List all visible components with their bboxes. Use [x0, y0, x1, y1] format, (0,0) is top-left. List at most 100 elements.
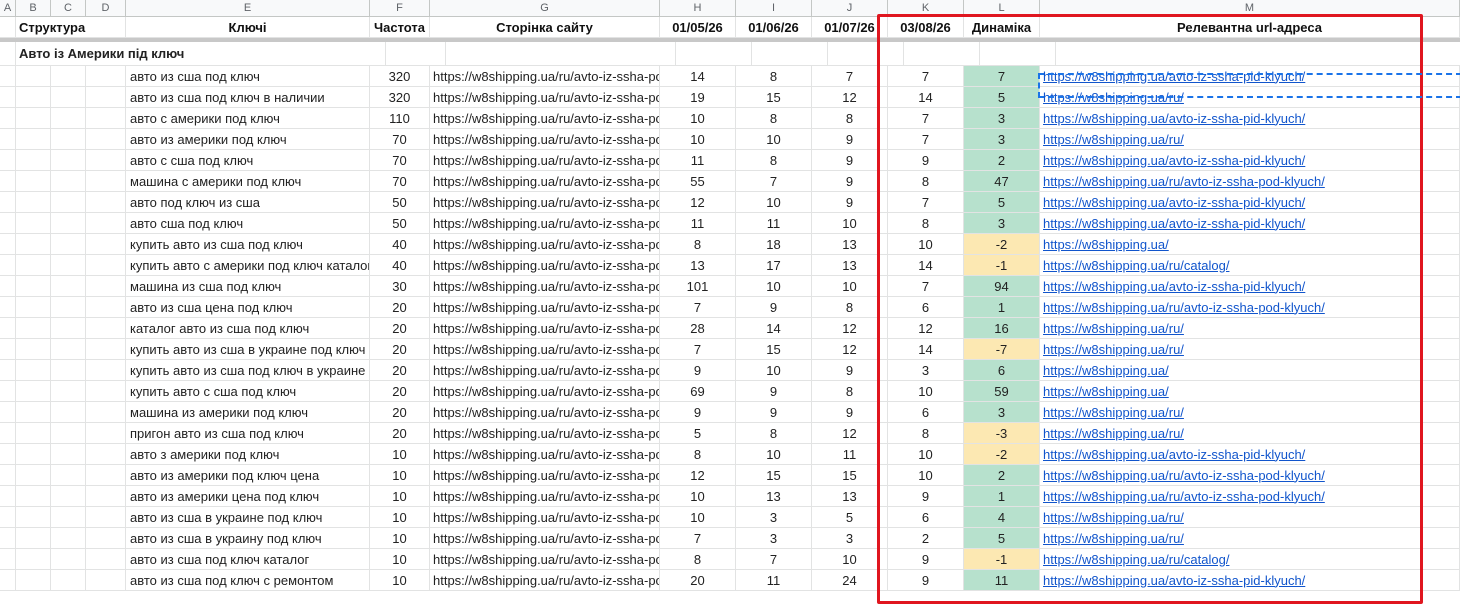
keyword-cell[interactable]: авто из сша в украину под ключ [126, 528, 370, 548]
position-cell-i[interactable]: 9 [736, 402, 812, 422]
frequency-cell[interactable]: 10 [370, 549, 430, 569]
keyword-cell[interactable]: авто из америки под ключ [126, 129, 370, 149]
cell[interactable] [86, 213, 126, 233]
position-cell-k[interactable]: 10 [888, 234, 964, 254]
frequency-cell[interactable]: 20 [370, 339, 430, 359]
cell[interactable] [86, 486, 126, 506]
relevant-url-link[interactable]: https://w8shipping.ua/avto-iz-ssha-pid-k… [1040, 213, 1460, 233]
position-cell-j[interactable]: 9 [812, 192, 888, 212]
dynamics-cell[interactable]: -2 [964, 444, 1040, 464]
cell[interactable] [51, 276, 86, 296]
frequency-cell[interactable]: 70 [370, 129, 430, 149]
relevant-url-link[interactable]: https://w8shipping.ua/avto-iz-ssha-pid-k… [1040, 192, 1460, 212]
cell[interactable] [86, 192, 126, 212]
cell[interactable] [51, 402, 86, 422]
cell[interactable] [904, 42, 980, 65]
cell[interactable] [16, 234, 51, 254]
position-cell-k[interactable]: 8 [888, 171, 964, 191]
site-page-cell[interactable]: https://w8shipping.ua/ru/avto-iz-ssha-po… [430, 528, 660, 548]
header-structure[interactable]: Структура [16, 17, 126, 37]
relevant-url-link[interactable]: https://w8shipping.ua/avto-iz-ssha-pid-k… [1040, 108, 1460, 128]
relevant-url-link[interactable]: https://w8shipping.ua/ [1040, 360, 1460, 380]
keyword-cell[interactable]: авто из сша под ключ [126, 66, 370, 86]
relevant-url-link[interactable]: https://w8shipping.ua/ru/ [1040, 318, 1460, 338]
frequency-cell[interactable]: 70 [370, 150, 430, 170]
cell[interactable] [86, 150, 126, 170]
position-cell-j[interactable]: 8 [812, 381, 888, 401]
frequency-cell[interactable]: 40 [370, 234, 430, 254]
position-cell-k[interactable]: 7 [888, 108, 964, 128]
position-cell-h[interactable]: 7 [660, 339, 736, 359]
keyword-cell[interactable]: купить авто с сша под ключ [126, 381, 370, 401]
cell[interactable] [16, 528, 51, 548]
frequency-cell[interactable]: 70 [370, 171, 430, 191]
dynamics-cell[interactable]: 3 [964, 213, 1040, 233]
site-page-cell[interactable]: https://w8shipping.ua/ru/avto-iz-ssha-po… [430, 129, 660, 149]
cell[interactable] [51, 549, 86, 569]
cell[interactable] [51, 66, 86, 86]
cell[interactable] [51, 381, 86, 401]
position-cell-j[interactable]: 9 [812, 171, 888, 191]
cell[interactable] [0, 423, 16, 443]
dynamics-cell[interactable]: 6 [964, 360, 1040, 380]
keyword-cell[interactable]: купить авто из сша в украине под ключ [126, 339, 370, 359]
dynamics-cell[interactable]: 2 [964, 150, 1040, 170]
cell[interactable] [86, 318, 126, 338]
cell[interactable] [51, 297, 86, 317]
position-cell-i[interactable]: 8 [736, 423, 812, 443]
dynamics-cell[interactable]: 7 [964, 66, 1040, 86]
cell[interactable] [86, 402, 126, 422]
position-cell-h[interactable]: 8 [660, 444, 736, 464]
relevant-url-link[interactable]: https://w8shipping.ua/ru/avto-iz-ssha-po… [1040, 297, 1460, 317]
cell[interactable] [0, 150, 16, 170]
position-cell-j[interactable]: 9 [812, 129, 888, 149]
position-cell-i[interactable]: 11 [736, 213, 812, 233]
col-header-C[interactable]: C [51, 0, 86, 16]
position-cell-j[interactable]: 12 [812, 87, 888, 107]
cell[interactable] [16, 129, 51, 149]
cell[interactable] [980, 42, 1056, 65]
site-page-cell[interactable]: https://w8shipping.ua/ru/avto-iz-ssha-po… [430, 234, 660, 254]
keyword-cell[interactable]: машина из сша под ключ [126, 276, 370, 296]
dynamics-cell[interactable]: 5 [964, 528, 1040, 548]
dynamics-cell[interactable]: -7 [964, 339, 1040, 359]
position-cell-i[interactable]: 8 [736, 66, 812, 86]
site-page-cell[interactable]: https://w8shipping.ua/ru/avto-iz-ssha-po… [430, 570, 660, 590]
relevant-url-link[interactable]: https://w8shipping.ua/avto-iz-ssha-pid-k… [1040, 570, 1460, 590]
header-date-i[interactable]: 01/06/26 [736, 17, 812, 37]
position-cell-h[interactable]: 20 [660, 570, 736, 590]
dynamics-cell[interactable]: 47 [964, 171, 1040, 191]
cell[interactable] [86, 423, 126, 443]
site-page-cell[interactable]: https://w8shipping.ua/ru/avto-iz-ssha-po… [430, 192, 660, 212]
position-cell-h[interactable]: 69 [660, 381, 736, 401]
col-header-G[interactable]: G [430, 0, 660, 16]
position-cell-i[interactable]: 11 [736, 570, 812, 590]
cell[interactable] [0, 381, 16, 401]
position-cell-k[interactable]: 7 [888, 276, 964, 296]
cell[interactable] [0, 486, 16, 506]
relevant-url-link[interactable]: https://w8shipping.ua/ru/ [1040, 423, 1460, 443]
position-cell-h[interactable]: 7 [660, 528, 736, 548]
cell[interactable] [16, 486, 51, 506]
cell[interactable] [86, 129, 126, 149]
dynamics-cell[interactable]: 3 [964, 108, 1040, 128]
keyword-cell[interactable]: каталог авто из сша под ключ [126, 318, 370, 338]
cell[interactable] [86, 444, 126, 464]
position-cell-h[interactable]: 55 [660, 171, 736, 191]
cell[interactable] [51, 234, 86, 254]
keyword-cell[interactable]: машина из америки под ключ [126, 402, 370, 422]
position-cell-j[interactable]: 9 [812, 402, 888, 422]
cell[interactable] [51, 339, 86, 359]
position-cell-h[interactable]: 28 [660, 318, 736, 338]
frequency-cell[interactable]: 20 [370, 318, 430, 338]
position-cell-k[interactable]: 9 [888, 150, 964, 170]
position-cell-i[interactable]: 10 [736, 129, 812, 149]
frequency-cell[interactable]: 10 [370, 570, 430, 590]
cell[interactable] [51, 486, 86, 506]
position-cell-k[interactable]: 14 [888, 87, 964, 107]
position-cell-h[interactable]: 10 [660, 486, 736, 506]
position-cell-h[interactable]: 11 [660, 213, 736, 233]
position-cell-j[interactable]: 13 [812, 486, 888, 506]
position-cell-k[interactable]: 7 [888, 129, 964, 149]
col-header-H[interactable]: H [660, 0, 736, 16]
